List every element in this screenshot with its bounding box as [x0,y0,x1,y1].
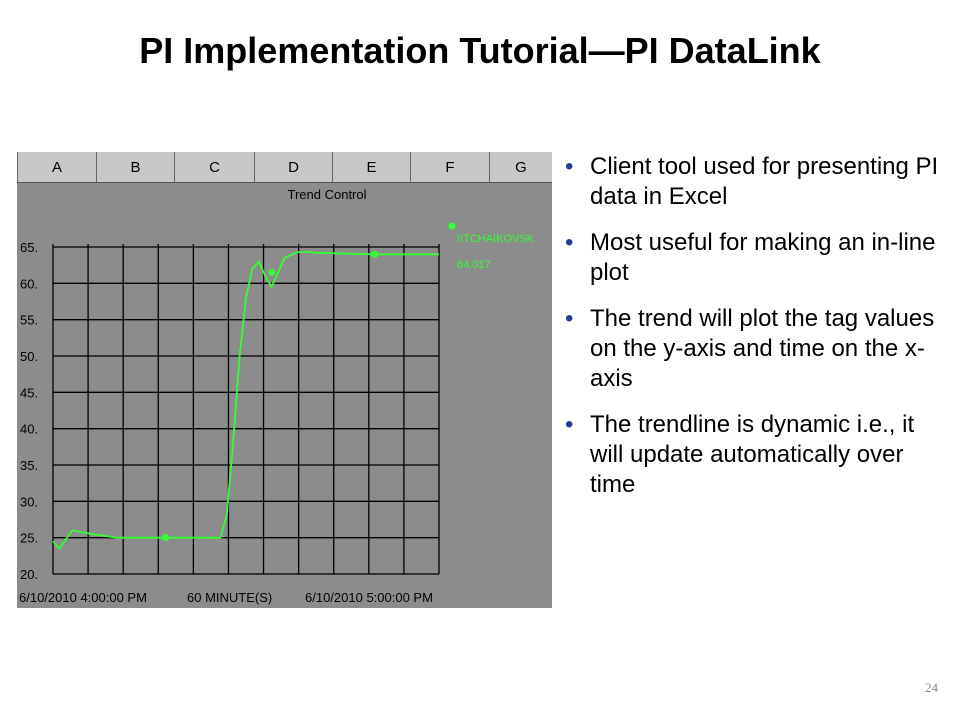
y-tick-label: 65. [20,240,38,255]
bullet-list: Client tool used for presenting PI data … [563,152,948,516]
y-tick-label: 35. [20,458,38,473]
bullet-item: Most useful for making an in-line plot [563,228,948,288]
bullet-item: Client tool used for presenting PI data … [563,152,948,212]
y-tick-label: 20. [20,567,38,582]
y-tick-label: 25. [20,531,38,546]
y-tick-label: 50. [20,349,38,364]
trend-marker [162,534,170,542]
bullet-item: The trend will plot the tag values on th… [563,304,948,394]
y-tick-label: 40. [20,422,38,437]
trend-control-chart[interactable]: 65. 60. 55. 50. 45. 40. 35. 30. 25. 20. \\TCHAIKOV… [17,152,552,608]
trend-marker [371,250,379,258]
legend-marker [448,222,456,230]
x-label-start: 6/10/2010 4:00:00 PM [19,590,147,605]
legend-tag-label: \\TCHAIKOVSK [457,233,535,245]
pi-datalink-screenshot: A B C D E F G Trend Control 65. 60. 55. 50.… [17,152,552,608]
y-tick-label: 55. [20,313,38,328]
trend-line [52,251,439,551]
x-label-span: 60 MINUTE(S) [187,590,272,605]
slide-title: PI Implementation Tutorial—PI DataLink [139,30,821,71]
y-tick-label: 45. [20,385,38,400]
bullet-item: The trendline is dynamic i.e., it will u… [563,410,948,500]
y-tick-label: 60. [20,276,38,291]
x-label-end: 6/10/2010 5:00:00 PM [305,590,433,605]
y-tick-label: 30. [20,494,38,509]
trend-marker [268,268,276,276]
page-number: 24 [925,680,938,695]
legend-current-value: 64.017 [457,259,491,271]
